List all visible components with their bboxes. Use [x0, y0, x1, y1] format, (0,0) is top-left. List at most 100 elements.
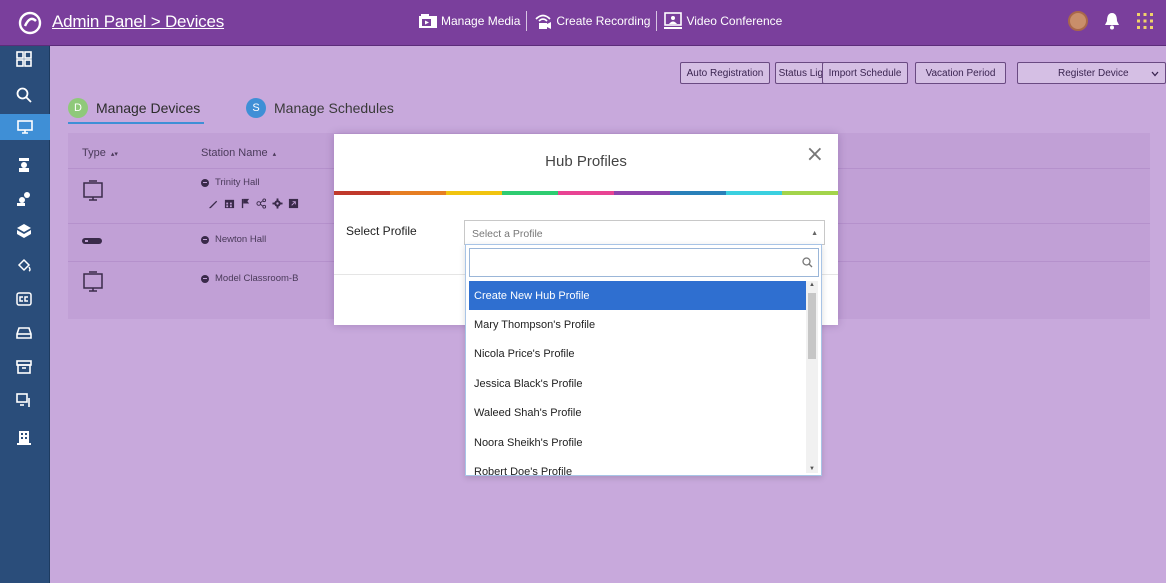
list-item[interactable]: Waleed Shah's Profile — [469, 399, 806, 428]
sidebar-item-box[interactable] — [11, 220, 37, 242]
archive-icon — [16, 360, 32, 374]
sidebar-item-search[interactable] — [11, 84, 37, 106]
flag-icon[interactable] — [240, 198, 251, 209]
rainbow-segment — [334, 191, 390, 195]
video-conference-label: Video Conference — [686, 14, 783, 28]
status-icon — [201, 274, 209, 283]
list-item[interactable]: Noora Sheikh's Profile — [469, 428, 806, 457]
monitor-icon — [16, 393, 30, 407]
tab-badge: D — [68, 98, 88, 118]
register-device-label: Register Device — [1058, 67, 1129, 79]
create-recording-link[interactable]: Create Recording — [533, 12, 650, 30]
video-conference-icon — [664, 12, 683, 29]
bell-icon[interactable] — [1104, 12, 1120, 30]
media-icon — [419, 14, 437, 28]
vacation-period-button[interactable]: Vacation Period — [915, 62, 1006, 84]
list-item[interactable]: Nicola Price's Profile — [469, 340, 806, 369]
sidebar-item-paint[interactable] — [11, 254, 37, 276]
manage-media-link[interactable]: Manage Media — [418, 13, 520, 29]
dropdown-search-input[interactable] — [470, 249, 818, 276]
scroll-up-icon[interactable]: ▲ — [809, 282, 815, 288]
column-header-type[interactable]: Type ▴▾ — [82, 147, 118, 159]
sidebar — [0, 46, 50, 583]
select-profile-label: Select Profile — [346, 224, 417, 238]
dashboard-icon — [16, 51, 32, 67]
station-name: Model Classroom-B — [215, 273, 299, 284]
share-icon[interactable] — [256, 198, 267, 209]
recording-icon — [535, 14, 552, 29]
tab-manage-devices[interactable]: D Manage Devices — [68, 94, 205, 124]
scrollbar-thumb[interactable] — [808, 293, 816, 359]
calendar-icon[interactable] — [224, 198, 235, 209]
list-item[interactable]: Jessica Black's Profile — [469, 369, 806, 398]
gear-icon[interactable] — [272, 198, 283, 209]
sidebar-item-users[interactable] — [11, 154, 37, 176]
column-header-label: Type — [82, 147, 106, 159]
dropdown-search — [469, 248, 819, 277]
sidebar-item-monitor[interactable] — [11, 390, 37, 412]
display-device-icon — [83, 271, 103, 292]
scroll-down-icon[interactable]: ▼ — [809, 466, 815, 472]
sidebar-item-building[interactable] — [11, 426, 37, 448]
devices-icon — [17, 120, 33, 134]
rainbow-divider — [334, 191, 838, 195]
search-icon — [802, 257, 813, 268]
sidebar-item-captions[interactable] — [11, 288, 37, 310]
rainbow-segment — [446, 191, 502, 195]
app-logo-icon[interactable] — [16, 9, 44, 37]
sort-icon[interactable]: ▴ — [271, 151, 277, 158]
avatar[interactable] — [1068, 11, 1088, 31]
import-schedule-button[interactable]: Import Schedule — [822, 62, 908, 84]
sidebar-item-dashboard[interactable] — [11, 48, 37, 70]
sidebar-item-devices[interactable] — [0, 114, 50, 140]
sidebar-item-storage[interactable] — [11, 322, 37, 344]
rainbow-segment — [390, 191, 446, 195]
chevron-down-icon — [1151, 71, 1159, 77]
open-external-icon[interactable] — [288, 198, 299, 209]
column-header-label: Station Name — [201, 147, 268, 159]
dropdown-options: Create New Hub Profile Mary Thompson's P… — [469, 281, 806, 475]
top-bar: Admin Panel > Devices Manage Media Creat… — [0, 0, 1166, 46]
top-nav: Manage Media Create Recording Video Conf… — [418, 11, 788, 31]
rainbow-segment — [614, 191, 670, 195]
status-icon — [201, 235, 209, 244]
breadcrumb[interactable]: Admin Panel > Devices — [52, 12, 224, 32]
close-icon[interactable]: × — [806, 144, 824, 166]
building-icon — [17, 431, 31, 445]
register-device-select[interactable]: Register Device — [1017, 62, 1166, 84]
sort-icon[interactable]: ▴▾ — [109, 151, 118, 158]
rainbow-segment — [782, 191, 838, 195]
sidebar-item-groups[interactable] — [11, 188, 37, 210]
profile-dropdown: Create New Hub Profile Mary Thompson's P… — [465, 244, 822, 476]
table-row[interactable]: Trinity Hall — [201, 177, 260, 188]
station-name: Newton Hall — [215, 234, 267, 245]
header-actions — [1068, 11, 1154, 31]
rainbow-segment — [670, 191, 726, 195]
storage-icon — [16, 327, 32, 339]
hub-device-icon — [82, 238, 102, 244]
edit-icon[interactable] — [208, 198, 219, 209]
video-conference-link[interactable]: Video Conference — [663, 12, 782, 30]
auto-registration-button[interactable]: Auto Registration — [680, 62, 770, 84]
tab-label: Manage Schedules — [274, 100, 394, 116]
rainbow-segment — [726, 191, 782, 195]
create-recording-label: Create Recording — [556, 14, 651, 28]
tab-label: Manage Devices — [96, 100, 201, 116]
display-device-icon — [83, 180, 103, 201]
table-row[interactable]: Model Classroom-B — [201, 273, 298, 284]
column-header-station-name[interactable]: Station Name ▴ — [201, 147, 276, 159]
rainbow-segment — [502, 191, 558, 195]
tab-manage-schedules[interactable]: S Manage Schedules — [246, 94, 394, 122]
captions-icon — [16, 292, 32, 306]
row-actions — [208, 198, 299, 209]
dropdown-scrollbar[interactable]: ▲ ▼ — [806, 281, 818, 473]
sidebar-item-archive[interactable] — [11, 356, 37, 378]
apps-grid-icon[interactable] — [1136, 12, 1154, 30]
list-item[interactable]: Mary Thompson's Profile — [469, 310, 806, 339]
list-item[interactable]: Robert Doe's Profile — [469, 457, 806, 475]
option-create-new-hub-profile[interactable]: Create New Hub Profile — [469, 281, 806, 311]
profile-select[interactable]: Select a Profile ▲ — [464, 220, 825, 245]
paint-icon — [17, 258, 31, 272]
station-name: Trinity Hall — [215, 177, 260, 188]
table-row[interactable]: Newton Hall — [201, 234, 266, 245]
